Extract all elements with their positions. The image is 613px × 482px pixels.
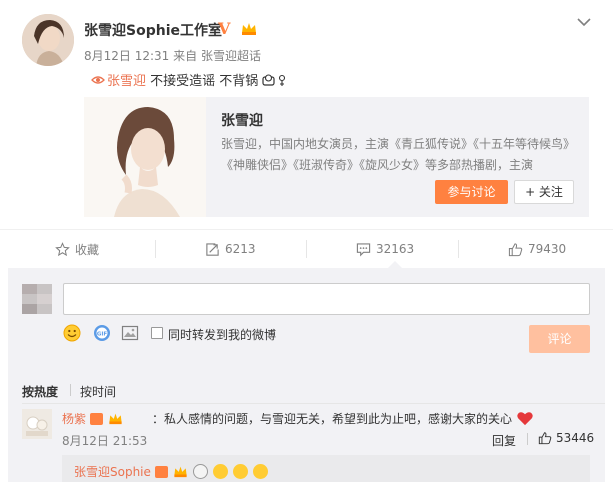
panda-emoji-icon [193, 464, 209, 479]
vip-badge-icon [154, 466, 168, 478]
thumbs-up-icon [508, 242, 523, 256]
action-separator [155, 240, 156, 258]
submit-comment-button[interactable]: 评论 [529, 325, 590, 353]
comment-time: 8月12日 21:53 [62, 434, 148, 448]
vip-crown-icon [242, 23, 256, 35]
reply-user[interactable]: 张雪迎Sophie [74, 463, 268, 480]
crying-emoji-icon [233, 464, 249, 479]
comment-icon [356, 242, 371, 256]
vip-crown-icon [109, 413, 122, 425]
action-separator [458, 240, 459, 258]
crying-emoji-icon [252, 464, 268, 479]
repost-icon [206, 242, 219, 256]
comment-user[interactable]: 杨紫 [62, 410, 124, 427]
vip-crown-icon [173, 466, 187, 478]
chevron-down-icon[interactable] [576, 16, 592, 28]
post-text: 张雪迎 不接受造谣 不背锅 [91, 70, 290, 89]
comment-username[interactable]: 杨紫 [62, 412, 86, 426]
current-user-avatar [22, 284, 52, 314]
reply-username[interactable]: 张雪迎Sophie [74, 465, 151, 479]
repost-checkbox-label[interactable]: 同时转发到我的微博 [168, 326, 276, 343]
sort-separator [70, 384, 71, 396]
post-meta: 8月12日 12:31 来自 张雪迎超话 [84, 47, 261, 64]
post-source[interactable]: 来自 张雪迎超话 [173, 49, 261, 63]
star-icon [55, 241, 70, 256]
favorite-label: 收藏 [75, 242, 100, 257]
join-discussion-button[interactable]: 参与讨论 [435, 180, 508, 204]
comment-like-button[interactable]: 53446 [538, 431, 594, 445]
emoji-icon [262, 74, 286, 86]
topic-card-image[interactable] [84, 97, 206, 217]
active-tab-arrow [388, 261, 402, 268]
repost-button[interactable]: 6213 [205, 240, 256, 258]
repost-checkbox[interactable] [151, 327, 163, 339]
comment-input[interactable] [63, 283, 590, 315]
crying-emoji-icon [213, 464, 229, 479]
svg-text:GIF: GIF [97, 332, 108, 338]
topic-eye-icon [91, 76, 105, 84]
topic-card-title[interactable]: 张雪迎 [221, 110, 263, 130]
follow-button[interactable]: + 关注 [514, 180, 574, 204]
comment-button[interactable]: 32163 [356, 240, 414, 258]
favorite-button[interactable]: 收藏 [55, 240, 99, 258]
author-avatar[interactable] [22, 14, 74, 66]
sort-by-hot-tab[interactable]: 按热度 [22, 383, 58, 400]
gif-icon[interactable]: GIF [93, 324, 111, 342]
action-separator [306, 240, 307, 258]
repost-count: 6213 [225, 242, 256, 256]
reply-button[interactable]: 回复 [492, 432, 516, 449]
divider [22, 403, 605, 404]
verified-v-icon: V [218, 19, 231, 38]
divider [0, 229, 613, 230]
post-body: 不接受造谣 不背锅 [150, 74, 259, 89]
comment-like-count: 53446 [556, 431, 595, 445]
comment-action-separator [527, 433, 528, 445]
comment-count: 32163 [376, 242, 415, 256]
image-icon[interactable] [121, 324, 139, 342]
vip-badge-icon [89, 413, 103, 425]
post-time[interactable]: 8月12日 12:31 [84, 49, 169, 63]
like-count: 79430 [528, 242, 567, 256]
like-button[interactable]: 79430 [508, 240, 566, 258]
heart-icon [517, 412, 533, 426]
emoji-picker-icon[interactable] [63, 324, 81, 342]
topic-card-description: 张雪迎，中国内地女演员，主演《青丘狐传说》《十五年等待候鸟》《神雕侠侣》《班淑传… [221, 137, 576, 172]
topic-link[interactable]: 张雪迎 [91, 74, 146, 89]
commenter-avatar[interactable] [22, 409, 52, 439]
comment-text: ：私人感情的问题，与雪迎无关，希望到此为止吧，感谢大家的关心 [152, 410, 534, 427]
sort-by-time-tab[interactable]: 按时间 [80, 383, 116, 400]
author-name[interactable]: 张雪迎Sophie工作室 [84, 20, 222, 40]
thumbs-up-icon [538, 432, 552, 445]
